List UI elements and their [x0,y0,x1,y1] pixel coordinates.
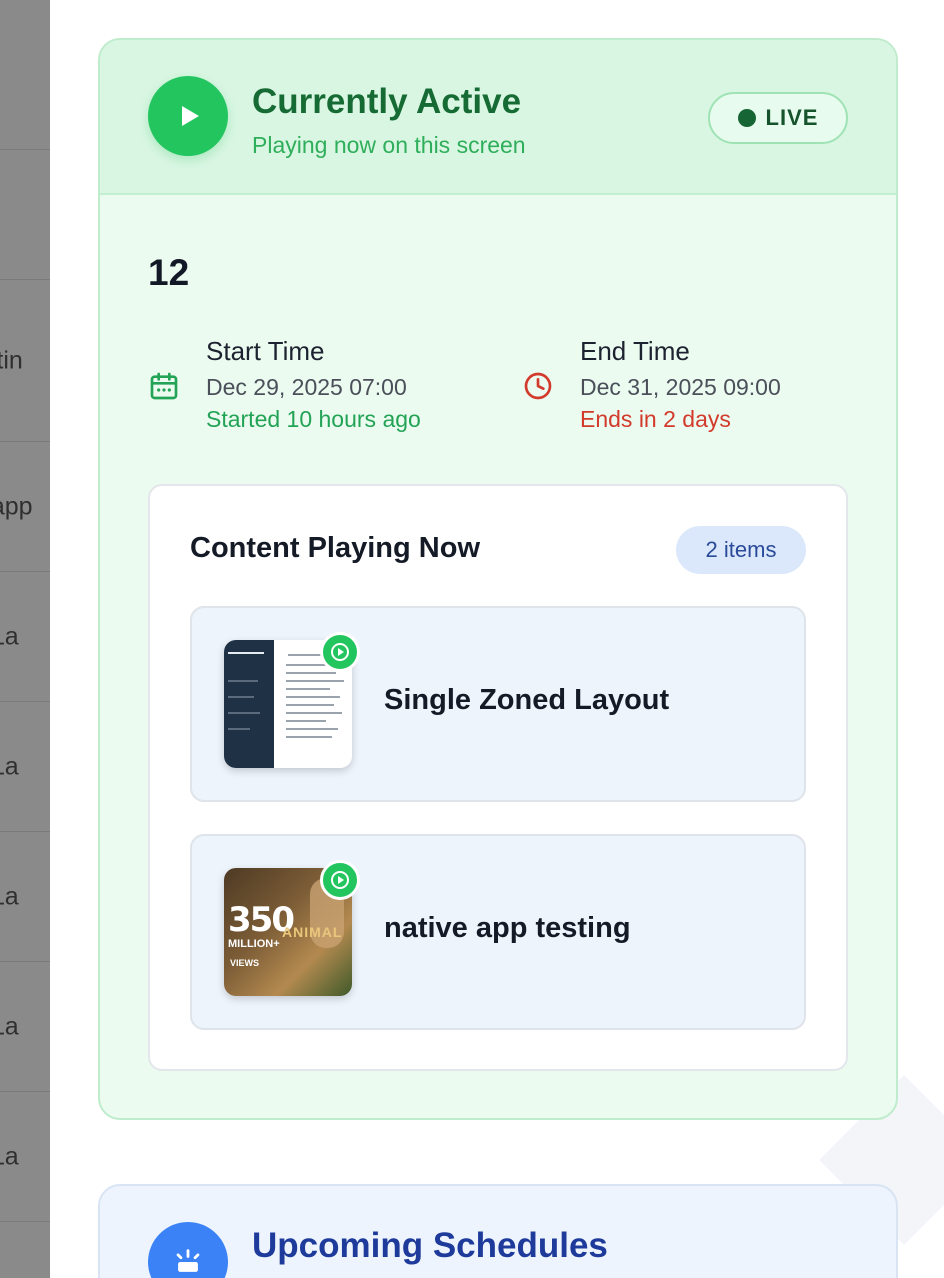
start-time-label: Start Time [206,336,325,366]
background-row-text: d La [0,752,19,780]
thumb-poster-title: ANIMAL [282,924,343,940]
background-row-text: d La [0,1012,19,1040]
content-item-name: native app testing [384,912,631,944]
upcoming-title: Upcoming Schedules [252,1226,608,1265]
background-list-row: d La [0,832,50,962]
background-row-text: d La [0,882,19,910]
background-list-row: d La [0,962,50,1092]
start-time-value: Dec 29, 2025 07:00 [206,374,407,400]
background-row-text: e app [0,492,33,520]
active-card-header: Currently Active Playing now on this scr… [100,40,896,195]
content-item[interactable]: 350 MILLION+ VIEWS ANIMAL native app tes… [190,834,806,1030]
thumb-subtext: VIEWS [230,958,260,968]
content-playing-panel: Content Playing Now 2 items Single Zoned… [148,484,848,1071]
background-row-text: estin [0,346,23,374]
background-list-row: er [0,150,50,280]
background-list-row: d La [0,702,50,832]
active-subtitle: Playing now on this screen [252,132,526,158]
start-time-relative: Started 10 hours ago [206,406,421,432]
play-icon [148,76,228,156]
thumb-subtext: MILLION+ [228,938,280,950]
background-row-text: d La [0,622,19,650]
playing-badge-icon [320,860,360,900]
schedule-name: 12 [148,252,190,293]
playing-badge-icon [320,632,360,672]
calendar-icon [150,372,178,400]
schedule-drawer: Currently Active Playing now on this scr… [50,0,944,1278]
active-title: Currently Active [252,82,522,121]
content-item-name: Single Zoned Layout [384,684,670,716]
background-list-overlay: er er estin e app d La d La d La d La d … [0,0,50,1278]
end-time-value: Dec 31, 2025 09:00 [580,374,781,400]
background-list-row: d La [0,1092,50,1222]
background-list-row: er [0,20,50,150]
clock-icon [524,372,552,400]
upcoming-schedules-card: Upcoming Schedules [98,1184,898,1278]
content-panel-title: Content Playing Now [190,532,480,564]
live-badge: LIVE [708,92,848,144]
live-dot-icon [737,109,756,127]
items-count-badge: 2 items [676,526,806,574]
currently-active-card: Currently Active Playing now on this scr… [98,38,898,1120]
content-item[interactable]: Single Zoned Layout [190,606,806,802]
background-list-row: e app [0,442,50,572]
end-time-label: End Time [580,336,690,366]
background-list-row: d La [0,572,50,702]
live-label: LIVE [765,105,819,130]
background-row-text: d La [0,1142,19,1170]
background-list-row: estin [0,280,50,442]
alarm-icon [148,1222,228,1278]
end-time-relative: Ends in 2 days [580,406,731,432]
